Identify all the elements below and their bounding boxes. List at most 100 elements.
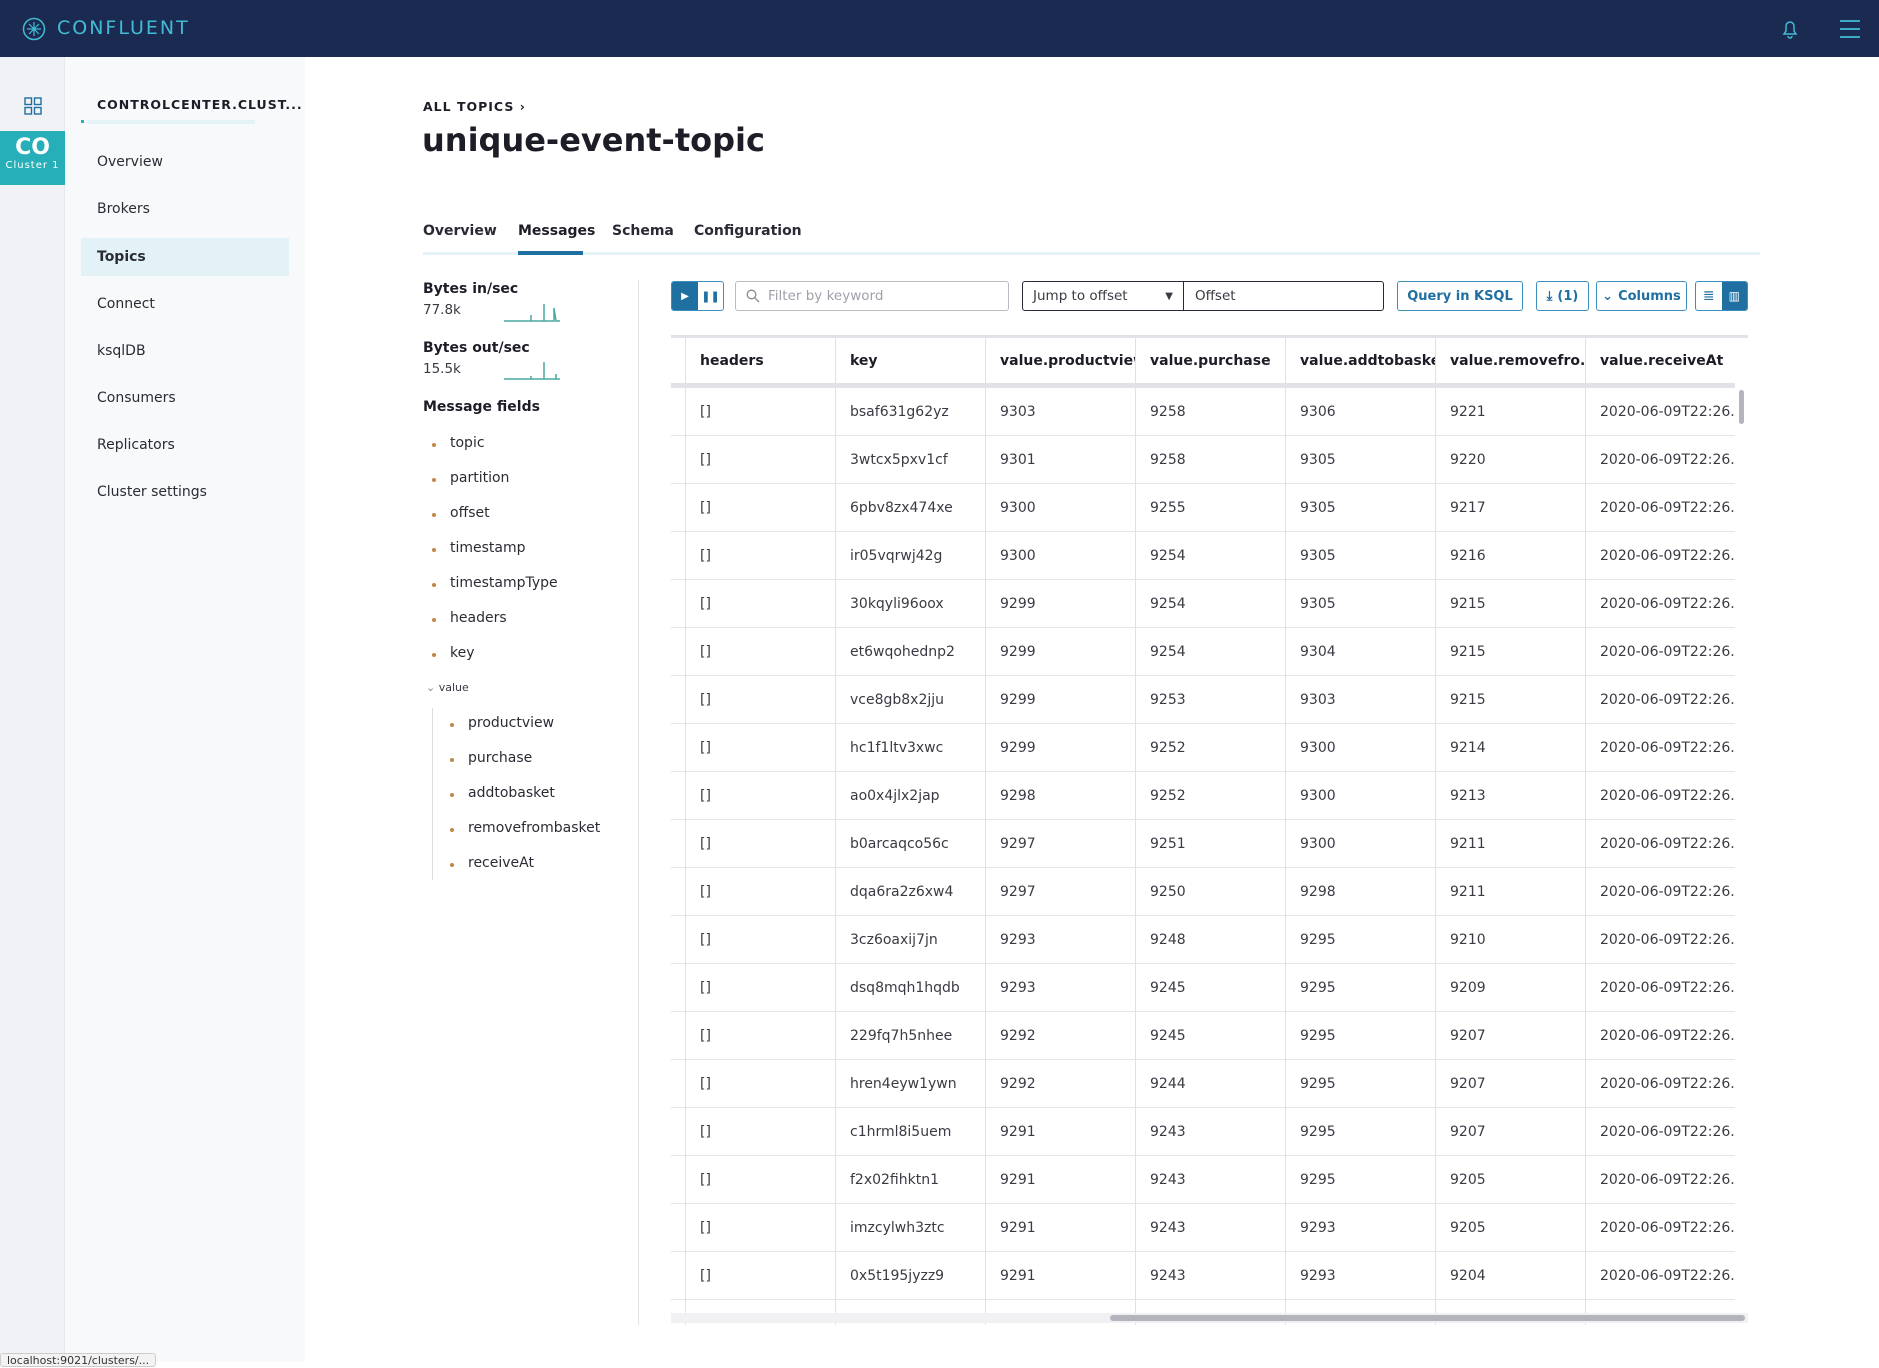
table-row[interactable]: [] 3cz6oaxij7jn 9293 9248 9295 9210 2020-06-09… (671, 916, 1735, 964)
field-addtobasket[interactable]: addtobasket (450, 785, 555, 801)
field-value-group[interactable]: ⌄ value (426, 681, 469, 694)
table-row[interactable]: [] 6pbv8zx474xe 9300 9255 9305 9217 2020-06-09… (671, 484, 1735, 532)
sidebar-item-replicators[interactable]: Replicators (81, 426, 289, 464)
table-cell: 9209 (1435, 964, 1585, 1012)
sidebar-item-topics[interactable]: Topics (81, 238, 289, 276)
table-cell: [] (685, 1060, 835, 1108)
horizontal-scrollbar[interactable] (1110, 1315, 1745, 1321)
tab-schema[interactable]: Schema (612, 223, 674, 239)
field-headers[interactable]: headers (432, 610, 507, 626)
field-receiveat[interactable]: receiveAt (450, 855, 534, 871)
menu-icon[interactable] (1839, 19, 1861, 39)
cluster-tile[interactable]: CO Cluster 1 (0, 131, 65, 185)
table-row[interactable]: [] ir05vqrwj42g 9300 9254 9305 9216 2020-06-09… (671, 532, 1735, 580)
table-row[interactable]: [] f2x02fihktn1 9291 9243 9295 9205 2020-06-09… (671, 1156, 1735, 1204)
column-header[interactable]: key (835, 338, 985, 384)
breadcrumb-all-topics[interactable]: ALL TOPICS (423, 99, 514, 114)
top-bar: CONFLUENT (0, 0, 1879, 57)
pause-icon[interactable]: ❚❚ (698, 282, 723, 310)
table-cell: [] (685, 436, 835, 484)
table-cell: 9303 (1285, 676, 1435, 724)
table-row[interactable]: [] et6wqohednp2 9299 9254 9304 9215 2020-06-09… (671, 628, 1735, 676)
table-cell: 2020-06-09T22:26... (1585, 1108, 1735, 1156)
table-cell: vce8gb8x2jju (835, 676, 985, 724)
field-offset[interactable]: offset (432, 505, 490, 521)
table-cell: 9295 (1285, 1012, 1435, 1060)
column-header[interactable]: value.productview (985, 338, 1135, 384)
field-removefrombasket[interactable]: removefrombasket (449, 820, 600, 836)
table-row[interactable]: [] dqa6ra2z6xw4 9297 9250 9298 9211 2020-06-09… (671, 868, 1735, 916)
table-cell: 9204 (1435, 1252, 1585, 1300)
table-cell: 9215 (1435, 580, 1585, 628)
field-purchase[interactable]: purchase (449, 750, 532, 766)
table-view-icon[interactable]: ▥ (1721, 282, 1747, 310)
tab-messages[interactable]: Messages (518, 223, 595, 239)
field-topic[interactable]: topic (432, 435, 485, 451)
columns-button[interactable]: ⌄ Columns (1596, 281, 1687, 311)
column-header[interactable]: value.removefro... (1435, 338, 1585, 384)
table-row[interactable]: [] 0x5t195jyzz9 9291 9243 9293 9204 2020-06-09… (671, 1252, 1735, 1300)
field-productview[interactable]: productview (449, 715, 554, 731)
table-cell: 2020-06-09T22:26... (1585, 868, 1735, 916)
table-cell: 9254 (1135, 628, 1285, 676)
breadcrumb[interactable]: ALL TOPICS › (423, 99, 526, 114)
sidebar-item-ksqldb[interactable]: ksqlDB (81, 332, 289, 370)
sidebar-item-connect[interactable]: Connect (81, 285, 289, 323)
sidebar-item-overview[interactable]: Overview (81, 143, 289, 181)
jump-to-offset-select[interactable]: Jump to offset ▼ (1023, 282, 1184, 310)
field-timestamptype[interactable]: timestampType (432, 575, 558, 591)
search-icon (746, 289, 760, 303)
table-cell: 9214 (1435, 724, 1585, 772)
filter-input[interactable]: Filter by keyword (735, 281, 1009, 311)
sidebar-divider (87, 120, 255, 124)
column-header[interactable]: value.addtobasket (1285, 338, 1435, 384)
table-cell: c1hrml8i5uem (835, 1108, 985, 1156)
table-cell: 9215 (1435, 676, 1585, 724)
table-cell: 9295 (1285, 1060, 1435, 1108)
table-row[interactable]: [] 30kqyli96oox 9299 9254 9305 9215 2020-06-09… (671, 580, 1735, 628)
bell-icon[interactable] (1780, 18, 1800, 40)
table-row[interactable]: [] ao0x4jlx2jap 9298 9252 9300 9213 2020-06-09… (671, 772, 1735, 820)
brand-name[interactable]: CONFLUENT (57, 17, 190, 39)
play-icon[interactable]: ▶ (672, 282, 698, 310)
table-cell: [] (685, 1156, 835, 1204)
table-row[interactable]: [] b0arcaqco56c 9297 9251 9300 9211 2020-06-09… (671, 820, 1735, 868)
table-row[interactable]: [] imzcylwh3ztc 9291 9243 9293 9205 2020-06-09… (671, 1204, 1735, 1252)
table-row[interactable]: [] hren4eyw1ywn 9292 9244 9295 9207 2020-06-09… (671, 1060, 1735, 1108)
table-cell: 9252 (1135, 772, 1285, 820)
column-header[interactable]: value.receiveAt (1585, 338, 1735, 384)
field-key[interactable]: key (432, 645, 475, 661)
vertical-scrollbar[interactable] (1739, 390, 1744, 424)
tab-overview[interactable]: Overview (423, 223, 497, 239)
download-button[interactable]: ⤓ (1) (1536, 281, 1589, 311)
tab-configuration[interactable]: Configuration (694, 223, 802, 239)
sidebar-item-brokers[interactable]: Brokers (81, 190, 289, 228)
table-row[interactable]: [] 3wtcx5pxv1cf 9301 9258 9305 9220 2020-06-09… (671, 436, 1735, 484)
field-partition[interactable]: partition (431, 470, 509, 486)
table-row[interactable]: [] vce8gb8x2jju 9299 9253 9303 9215 2020-06-09… (671, 676, 1735, 724)
table-row[interactable]: [] 229fq7h5nhee 9292 9245 9295 9207 2020-06-09… (671, 1012, 1735, 1060)
table-cell: [] (685, 964, 835, 1012)
table-row[interactable]: [] bsaf631g62yz 9303 9258 9306 9221 2020-06-09… (671, 388, 1735, 436)
sidebar-item-cluster-settings[interactable]: Cluster settings (81, 473, 289, 511)
sidebar-item-consumers[interactable]: Consumers (81, 379, 289, 417)
table-cell: 0x5t195jyzz9 (835, 1252, 985, 1300)
table-cell: 9293 (985, 916, 1135, 964)
table-row[interactable]: [] dsq8mqh1hqdb 9293 9245 9295 9209 2020-06-09… (671, 964, 1735, 1012)
table-row[interactable]: [] c1hrml8i5uem 9291 9243 9295 9207 2020-06-09… (671, 1108, 1735, 1156)
column-header[interactable]: headers (685, 338, 835, 384)
list-view-icon[interactable]: ≣ (1696, 282, 1722, 310)
column-header[interactable]: value.purchase (1135, 338, 1285, 384)
offset-input[interactable]: Offset (1184, 282, 1383, 310)
jump-select-value: Jump to offset (1033, 288, 1128, 304)
cluster-abbr: CO (15, 135, 50, 160)
table-cell: 9258 (1135, 388, 1285, 436)
table-cell: 9304 (1285, 628, 1435, 676)
icon-rail (0, 57, 65, 1362)
field-timestamp[interactable]: timestamp (432, 540, 526, 556)
grid-icon[interactable] (24, 97, 42, 115)
table-row[interactable]: [] hc1f1ltv3xwc 9299 9252 9300 9214 2020-06-09… (671, 724, 1735, 772)
query-in-ksql-button[interactable]: Query in KSQL (1397, 281, 1523, 311)
table-cell: 2020-06-09T22:26... (1585, 1012, 1735, 1060)
table-cell: 9244 (1135, 1060, 1285, 1108)
